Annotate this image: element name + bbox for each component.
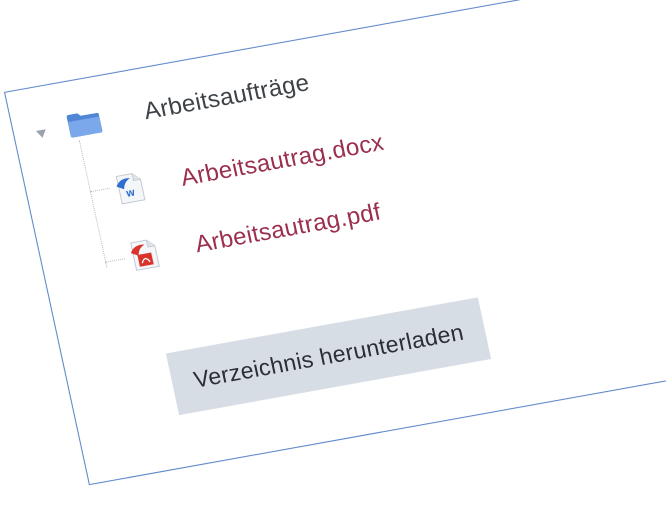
expand-caret-icon[interactable] <box>35 129 48 139</box>
folder-tree: Arbeitsaufträge W Arbeitsautrag.docx Arb… <box>5 0 666 484</box>
tree-node-file-docx[interactable]: W Arbeitsautrag.docx <box>113 127 387 206</box>
screenshot-stage: Arbeitsaufträge W Arbeitsautrag.docx Arb… <box>0 0 666 522</box>
svg-text:W: W <box>125 188 136 198</box>
word-document-icon: W <box>113 170 147 206</box>
folder-panel: Arbeitsaufträge W Arbeitsautrag.docx Arb… <box>4 0 666 486</box>
tree-node-folder[interactable]: Arbeitsaufträge <box>33 69 312 145</box>
download-folder-button[interactable]: Verzeichnis herunterladen <box>165 297 492 416</box>
folder-label: Arbeitsaufträge <box>141 69 312 126</box>
pdf-document-icon <box>127 237 161 273</box>
tree-node-file-pdf[interactable]: Arbeitsautrag.pdf <box>127 197 384 273</box>
file-link-docx[interactable]: Arbeitsautrag.docx <box>178 129 386 193</box>
folder-icon <box>65 108 104 139</box>
file-link-pdf[interactable]: Arbeitsautrag.pdf <box>193 199 384 260</box>
